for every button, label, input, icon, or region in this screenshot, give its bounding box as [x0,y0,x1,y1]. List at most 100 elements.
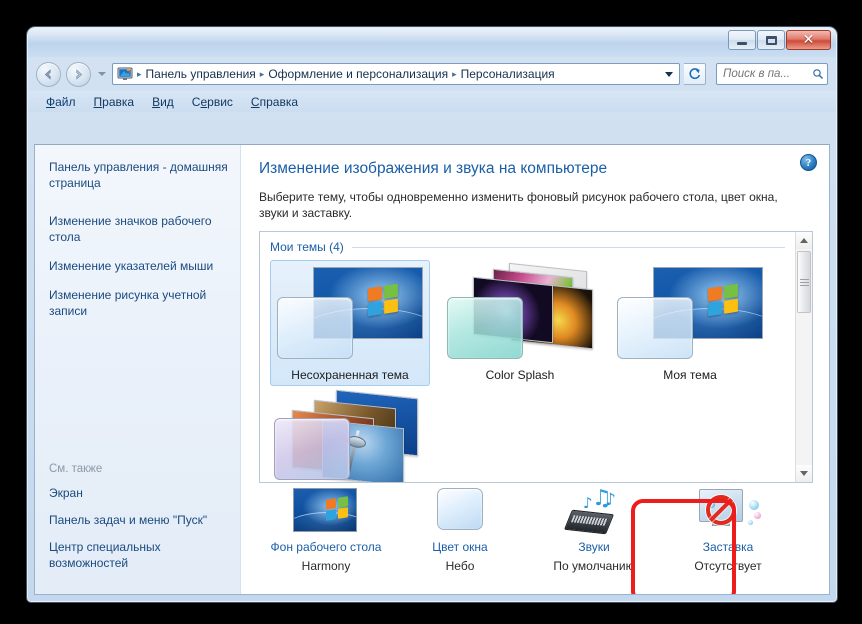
back-button[interactable] [36,61,61,87]
refresh-button[interactable] [684,63,706,85]
theme-label: Моя тема [663,368,717,382]
title-bar: ✕ [28,28,836,57]
sidebar-item-desktop-icons[interactable]: Изменение значков рабочего стола [49,213,228,245]
theme-item-partial[interactable] [274,389,424,482]
setting-value: Небо [445,559,475,573]
menu-file-rest: айл [55,94,76,109]
help-button[interactable]: ? [800,154,817,171]
theme-label: Несохраненная тема [291,368,409,382]
setting-desktop-background[interactable]: Фон рабочего стола Harmony [259,478,393,575]
scrollbar-grip-icon [799,277,809,288]
sidebar-item-mouse-pointers[interactable]: Изменение указателей мыши [49,258,228,274]
maximize-icon [765,35,777,45]
window-glass-preview [617,297,693,359]
divider [351,246,785,248]
menu-help[interactable]: Справка [243,93,306,111]
keyboard-icon [563,509,615,535]
sidebar-item-display[interactable]: Экран [49,485,228,501]
screensaver-icon [695,488,761,534]
window-glass-preview [277,297,353,359]
theme-row [270,389,795,482]
bubble-icon [754,512,761,519]
window-color-icon [427,488,493,534]
personalization-window: ✕ ▸ Панель управления ▸ Оформление и пер… [27,27,837,602]
setting-window-color[interactable]: Цвет окна Небо [393,478,527,575]
window-controls: ✕ [728,30,831,50]
bubble-icon [749,500,759,510]
theme-thumbnail [445,262,595,363]
setting-title[interactable]: Звуки [578,540,609,555]
menu-file[interactable]: Файл [38,93,84,111]
page-description: Выберите тему, чтобы одновременно измени… [259,190,778,220]
control-panel-icon [117,67,133,80]
maximize-button[interactable] [757,30,785,50]
menu-bar: Файл Правка Вид Сервис Справка [28,91,836,112]
bubble-icon [748,520,753,525]
main-pane: ? Изменение изображения и звука на компь… [241,145,829,594]
wallpaper-preview [293,488,357,532]
setting-title[interactable]: Фон рабочего стола [271,540,382,555]
minimize-button[interactable] [728,30,756,50]
theme-thumbnail [275,265,425,363]
sidebar-item-control-panel-home[interactable]: Панель управления - домашняя страница [49,159,228,191]
theme-settings-row: Фон рабочего стола Harmony Цвет окна Неб… [259,478,813,586]
search-box[interactable] [716,63,828,85]
breadcrumb: ▸ Панель управления ▸ Оформление и персо… [136,65,661,83]
chevron-down-icon [800,471,808,476]
client-area: Панель управления - домашняя страница Из… [34,144,830,595]
setting-title[interactable]: Цвет окна [432,540,487,555]
sidebar-item-account-picture[interactable]: Изменение рисунка учетной записи [49,287,228,319]
theme-row: Несохраненная тема Color Splash Моя тема [270,260,795,386]
windows-logo-icon [368,283,398,317]
page-title: Изменение изображения и звука на компьют… [259,160,608,177]
chevron-down-icon [97,72,106,76]
breadcrumb-item-appearance[interactable]: Оформление и персонализация [265,65,451,83]
theme-gallery: Мои темы (4) Несохраненная тема Color Sp… [259,231,813,483]
scrollbar-thumb[interactable] [797,251,811,313]
search-icon [813,69,824,80]
chevron-up-icon [800,238,808,243]
theme-gallery-content: Мои темы (4) Несохраненная тема Color Sp… [260,232,795,482]
setting-value: По умолчанию [553,559,635,573]
close-button[interactable]: ✕ [786,30,831,50]
address-dropdown-button[interactable] [661,65,677,83]
sounds-icon: ♪ ♫ ♪ [561,486,627,535]
sidebar-item-taskbar-start-menu[interactable]: Панель задач и меню "Пуск" [49,512,228,528]
window-glass-preview [447,297,523,359]
menu-edit[interactable]: Правка [86,93,143,111]
no-entry-icon [706,495,736,525]
setting-value: Отсутствует [694,559,762,573]
theme-label: Color Splash [485,368,555,382]
windows-logo-icon [708,283,738,317]
setting-value: Harmony [301,559,351,573]
menu-edit-rest: равка [102,94,135,109]
theme-item-unsaved[interactable]: Несохраненная тема [270,260,430,386]
menu-tools-rest: рвис [207,94,233,109]
forward-button[interactable] [66,61,91,87]
setting-title[interactable]: Заставка [703,540,754,555]
gallery-scrollbar[interactable] [795,232,812,482]
desktop-background-icon [293,488,359,534]
theme-item-my-theme[interactable]: Моя тема [610,260,770,386]
address-bar[interactable]: ▸ Панель управления ▸ Оформление и персо… [112,63,680,85]
setting-screensaver[interactable]: Заставка Отсутствует [661,478,795,575]
menu-help-rest: правка [259,94,299,109]
windows-logo-icon [326,496,349,521]
recent-pages-button[interactable] [96,62,107,87]
setting-sounds[interactable]: ♪ ♫ ♪ Звуки По умолчанию [527,478,661,575]
scroll-up-button[interactable] [796,232,812,249]
close-icon: ✕ [802,32,815,48]
menu-view-rest: ид [160,94,174,109]
search-input[interactable] [723,68,810,80]
breadcrumb-item-control-panel[interactable]: Панель управления [143,65,259,83]
breadcrumb-item-personalization[interactable]: Персонализация [458,65,558,83]
menu-tools[interactable]: Сервис [184,93,241,111]
theme-item-color-splash[interactable]: Color Splash [440,260,600,386]
screensaver-glyph [695,488,761,534]
window-glass-preview [437,488,483,530]
navigation-bar: ▸ Панель управления ▸ Оформление и персо… [28,57,836,91]
theme-group-header: Мои темы (4) [270,240,795,254]
theme-thumbnail [615,265,765,363]
menu-view[interactable]: Вид [144,93,182,111]
sidebar-item-ease-of-access-center[interactable]: Центр специальных возможностей [49,539,228,571]
